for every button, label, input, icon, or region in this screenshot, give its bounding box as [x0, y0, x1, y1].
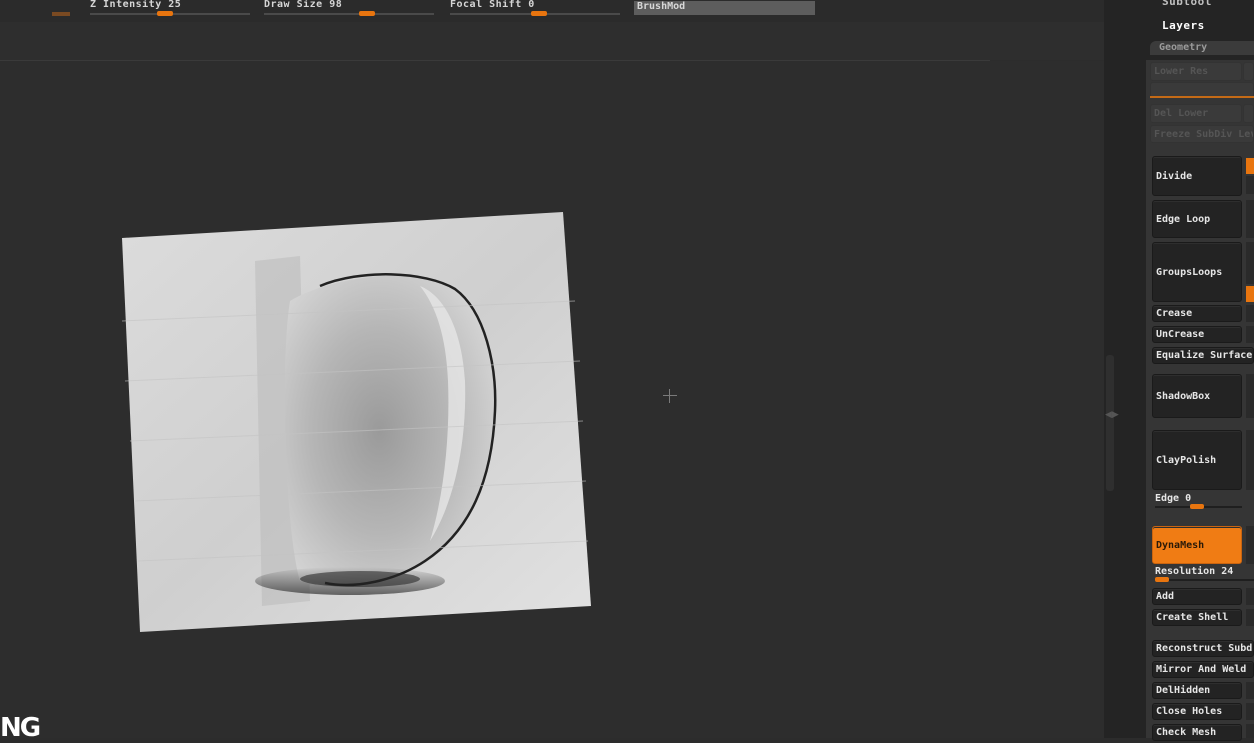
sdiv-slider-track	[1150, 96, 1254, 98]
draw-size-slider[interactable]: Draw Size 98	[264, 0, 434, 20]
groups-loops-options[interactable]	[1246, 242, 1254, 284]
draw-size-knob[interactable]	[359, 11, 375, 16]
fix-mesh-button[interactable]	[1246, 724, 1254, 738]
lower-res-button[interactable]: Lower Res	[1150, 62, 1242, 81]
collapse-arrows-icon[interactable]: ◀▶	[1105, 410, 1119, 420]
mirror-and-weld-button[interactable]: Mirror And Weld	[1152, 661, 1254, 678]
add-button[interactable]: Add	[1152, 588, 1242, 605]
brush-cursor-icon	[660, 386, 680, 406]
insert-mesh-button[interactable]	[1246, 682, 1254, 699]
resolution-slider-track[interactable]	[1155, 579, 1254, 581]
uncrease-button[interactable]: UnCrease	[1152, 326, 1242, 343]
claypolish-options[interactable]	[1246, 430, 1254, 490]
dynamesh-button[interactable]: DynaMesh	[1152, 526, 1242, 564]
suv-toggle[interactable]	[1246, 176, 1254, 194]
rgb-intensity-slider-knob[interactable]	[52, 12, 70, 16]
keep-groups-toggle[interactable]	[1246, 286, 1254, 302]
close-holes-button[interactable]: Close Holes	[1152, 703, 1242, 720]
create-shell-button[interactable]: Create Shell	[1152, 609, 1242, 626]
focal-shift-knob[interactable]	[531, 11, 547, 16]
dynamesh-options[interactable]	[1246, 526, 1254, 564]
divide-button[interactable]: Divide	[1152, 156, 1242, 196]
watermark-logo: NG	[0, 713, 41, 743]
groups-loops-button[interactable]: GroupsLoops	[1152, 242, 1242, 302]
focal-shift-slider[interactable]: Focal Shift 0	[450, 0, 620, 20]
focal-shift-label: Focal Shift 0	[450, 0, 535, 10]
edge-slider-knob[interactable]	[1190, 504, 1204, 509]
thickness-slider[interactable]	[1246, 609, 1254, 626]
brushmod-label: BrushMod	[637, 1, 686, 12]
edge-slider-label: Edge 0	[1155, 493, 1192, 504]
sub-button[interactable]	[1246, 588, 1254, 605]
brushmod-slider[interactable]: BrushMod	[634, 1, 815, 15]
draw-size-label: Draw Size 98	[264, 0, 343, 10]
check-mesh-button[interactable]: Check Mesh	[1152, 724, 1242, 741]
edge-loop-button[interactable]: Edge Loop	[1152, 200, 1242, 238]
edge-loop-options[interactable]	[1246, 200, 1254, 238]
crease-button[interactable]: Crease	[1152, 305, 1242, 322]
equalize-surface-button[interactable]: Equalize Surface Area	[1152, 347, 1254, 364]
geometry-header[interactable]: Geometry	[1150, 41, 1254, 55]
del-higher-button[interactable]	[1243, 104, 1254, 123]
canvas-viewport[interactable]	[0, 61, 1104, 738]
smt-toggle[interactable]	[1246, 158, 1254, 174]
reconstruct-subdiv-button[interactable]: Reconstruct Subdiv	[1152, 640, 1254, 657]
del-lower-button[interactable]: Del Lower	[1150, 104, 1242, 123]
panel-divider: ◀▶	[1104, 0, 1146, 738]
z-intensity-knob[interactable]	[157, 11, 173, 16]
higher-res-button[interactable]	[1243, 62, 1254, 81]
crease-options[interactable]	[1246, 305, 1254, 322]
toolbar-spacer	[0, 22, 1104, 60]
layers-header[interactable]: Layers	[1162, 19, 1205, 32]
freeze-subdiv-button[interactable]: Freeze SubDiv Levels	[1150, 125, 1254, 143]
resolution-slider-knob[interactable]	[1155, 577, 1169, 582]
resolution-slider-label: Resolution 24	[1155, 566, 1234, 577]
delhidden-button[interactable]: DelHidden	[1152, 682, 1242, 699]
z-intensity-slider[interactable]: Z Intensity 25	[90, 0, 250, 20]
uncrease-options[interactable]	[1246, 326, 1254, 343]
panel-scrollbar[interactable]	[1106, 355, 1114, 491]
shadowbox-options[interactable]	[1246, 374, 1254, 418]
claypolish-button[interactable]: ClayPolish	[1152, 430, 1242, 490]
z-intensity-label: Z Intensity 25	[90, 0, 182, 10]
sculpt-mesh-plane	[121, 212, 591, 632]
geometry-header-label: Geometry	[1159, 42, 1208, 53]
edge-slider[interactable]: Edge 0	[1155, 493, 1242, 509]
draw-size-track[interactable]	[264, 13, 434, 15]
shadowbox-button[interactable]: ShadowBox	[1152, 374, 1242, 418]
top-toolbar: Z Intensity 25 Draw Size 98 Focal Shift …	[0, 0, 1104, 22]
subtool-header[interactable]: Subtool	[1162, 0, 1212, 8]
resolution-slider[interactable]: Resolution 24	[1155, 566, 1254, 582]
grow-all-button[interactable]	[1246, 703, 1254, 720]
